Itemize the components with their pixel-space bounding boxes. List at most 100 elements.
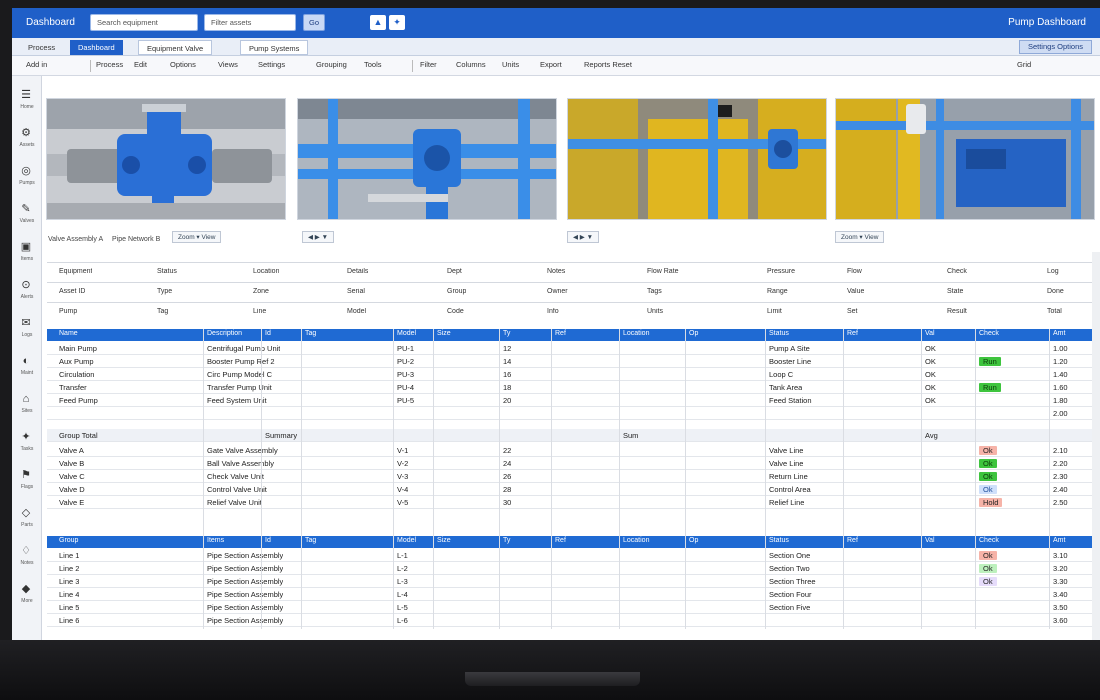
rail-maint-icon[interactable]: ◐ (17, 354, 35, 368)
table-row[interactable]: Valve C Check Valve Unit V-3 26 Return Line O… (47, 470, 1100, 483)
column-header[interactable]: Ty (503, 537, 510, 544)
tool-export[interactable]: Export (540, 60, 562, 69)
column-header[interactable]: Items (207, 537, 224, 544)
column-header[interactable]: Tag (305, 330, 316, 337)
photo-controls-b[interactable]: ◀ ▶ ▼ (302, 231, 335, 243)
column-header[interactable]: Size (437, 330, 451, 337)
settings-options-button[interactable]: Settings Options (1018, 40, 1092, 54)
column-header[interactable]: Status (769, 537, 789, 544)
tab-dashboard[interactable]: Dashboard (70, 40, 123, 55)
column-header[interactable]: Tag (305, 537, 316, 544)
rail-flags-icon[interactable]: ⚑ (17, 468, 35, 482)
column-header[interactable]: Name (59, 330, 78, 337)
table-row[interactable]: Line 1 Pipe Section Assembly L-1 Section On… (47, 549, 1100, 562)
column-header[interactable]: Group (59, 537, 78, 544)
filter-input[interactable]: Filter assets (204, 14, 296, 31)
column-header[interactable]: Ty (503, 330, 510, 337)
rail-logs-icon[interactable]: ✉ (17, 316, 35, 330)
table-row[interactable]: Aux Pump Booster Pump Ref 2 PU-2 14 Booster … (47, 355, 1100, 368)
tool-settings[interactable]: Settings (258, 60, 285, 69)
tool-filter[interactable]: Filter (420, 60, 437, 69)
table-row[interactable]: Valve D Control Valve Unit V-4 28 Control Ar… (47, 483, 1100, 496)
table-row[interactable]: Line 5 Pipe Section Assembly L-5 Section Fi… (47, 601, 1100, 614)
tool-grid[interactable]: Grid (1017, 60, 1031, 69)
rail-alerts-icon[interactable]: ⊙ (17, 278, 35, 292)
tool-options[interactable]: Options (170, 60, 196, 69)
table-row[interactable]: Line 3 Pipe Section Assembly L-3 Section Th… (47, 575, 1100, 588)
table-row[interactable]: Line 2 Pipe Section Assembly L-2 Section Tw… (47, 562, 1100, 575)
table-row[interactable]: Line 6 Pipe Section Assembly L-6 3.60 (47, 614, 1100, 627)
column-header[interactable]: Model (397, 537, 416, 544)
column-header[interactable]: Location (623, 330, 649, 337)
rail-tasks-icon[interactable]: ✦ (17, 430, 35, 444)
column-header[interactable]: Op (689, 537, 698, 544)
tool-columns[interactable]: Columns (456, 60, 486, 69)
vertical-scrollbar[interactable] (1092, 252, 1100, 640)
column-header[interactable]: Id (265, 537, 271, 544)
table-row[interactable]: Circulation Circ Pump Model C PU-3 16 Loop C… (47, 368, 1100, 381)
cell-check: OK (925, 370, 936, 379)
tool-units[interactable]: Units (502, 60, 519, 69)
column-divider (551, 329, 552, 629)
info-cell: Pump (59, 308, 78, 315)
tool-views[interactable]: Views (218, 60, 238, 69)
column-header[interactable]: Amt (1053, 330, 1065, 337)
column-header[interactable]: Val (925, 537, 935, 544)
tab-process[interactable]: Process (20, 40, 63, 55)
toolbar-divider (90, 60, 91, 72)
rail-sites-icon[interactable]: ⌂ (17, 392, 35, 406)
table-row[interactable]: Main Pump Centrifugal Pump Unit PU-1 12 Pump… (47, 342, 1100, 355)
column-header[interactable]: Val (925, 330, 935, 337)
rail-more-icon[interactable]: ◆ (17, 582, 35, 596)
tab-pump-systems[interactable]: Pump Systems (240, 40, 309, 55)
cell-c5: L-4 (397, 590, 408, 599)
column-header[interactable]: Ref (555, 537, 566, 544)
table-row[interactable]: Line 4 Pipe Section Assembly L-4 Section Fo… (47, 588, 1100, 601)
collapse-button[interactable]: ▲ (370, 15, 386, 30)
table-row[interactable]: Feed Pump Feed System Unit PU-5 20 Feed Stat… (47, 394, 1100, 407)
photo-pipe-network[interactable] (297, 98, 557, 220)
photo-controls-c[interactable]: ◀ ▶ ▼ (567, 231, 600, 243)
tab-equipment-valve[interactable]: Equipment Valve (138, 40, 213, 55)
rail-valves-icon[interactable]: ✎ (17, 202, 35, 216)
search-input[interactable]: Search equipment (90, 14, 198, 31)
column-header[interactable]: Status (769, 330, 789, 337)
tool-tools[interactable]: Tools (364, 60, 382, 69)
rail-notes-icon[interactable]: ♢ (17, 544, 35, 558)
tool-edit[interactable]: Edit (134, 60, 147, 69)
column-header[interactable]: Size (437, 537, 451, 544)
column-header[interactable]: Ref (847, 537, 858, 544)
rail-items-icon[interactable]: ▣ (17, 240, 35, 254)
rail-assets-icon[interactable]: ⚙ (17, 126, 35, 140)
photo-valve-assembly[interactable] (46, 98, 286, 220)
column-header[interactable]: Ref (555, 330, 566, 337)
column-header[interactable]: Op (689, 330, 698, 337)
column-header[interactable]: Ref (847, 330, 858, 337)
table-row[interactable]: Valve E Relief Valve Unit V-5 30 Relief Line… (47, 496, 1100, 509)
photo-pump-station[interactable] (567, 98, 827, 220)
tool-reports-reset[interactable]: Reports Reset (584, 60, 632, 69)
column-header[interactable]: Amt (1053, 537, 1065, 544)
column-header[interactable]: Model (397, 330, 416, 337)
column-header[interactable]: Id (265, 330, 271, 337)
rail-home-icon[interactable]: ☰ (17, 88, 35, 102)
photo-controls-d[interactable]: Zoom ▾ View (835, 231, 885, 243)
tool-grouping[interactable]: Grouping (316, 60, 347, 69)
tool-add-in[interactable]: Add in (26, 60, 47, 69)
rail-parts-icon[interactable]: ◇ (17, 506, 35, 520)
photo-controls-a[interactable]: Zoom ▾ View (172, 231, 222, 243)
table-row[interactable]: Transfer Transfer Pump Unit PU-4 18 Tank Are… (47, 381, 1100, 394)
column-header[interactable]: Check (979, 537, 999, 544)
column-header[interactable]: Description (207, 330, 242, 337)
column-header[interactable]: Location (623, 537, 649, 544)
photo-control-room[interactable] (835, 98, 1095, 220)
go-button[interactable]: Go (303, 14, 325, 31)
column-header[interactable]: Check (979, 330, 999, 337)
table-row[interactable]: 2.00 (47, 407, 1100, 420)
table-row[interactable]: Valve A Gate Valve Assembly V-1 22 Valve Lin… (47, 444, 1100, 457)
tool-process[interactable]: Process (96, 60, 123, 69)
rail-pumps-icon[interactable]: ◎ (17, 164, 35, 178)
control-photo-image (836, 99, 1094, 219)
favorite-button[interactable]: ✦ (389, 15, 405, 30)
table-row[interactable]: Valve B Ball Valve Assembly V-2 24 Valve Lin… (47, 457, 1100, 470)
